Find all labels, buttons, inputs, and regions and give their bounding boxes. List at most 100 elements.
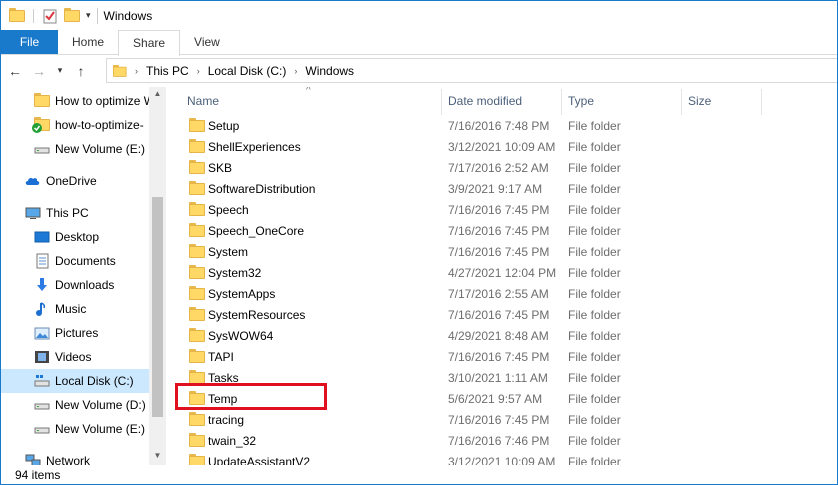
folder-icon	[189, 160, 205, 174]
nav-item-new-volume-e-2[interactable]: New Volume (E:)	[1, 417, 151, 441]
table-row[interactable]: System 7/16/2016 7:45 PM File folder	[167, 241, 837, 262]
forward-arrow-icon[interactable]: →	[29, 63, 49, 79]
up-arrow-icon[interactable]: ↑	[71, 63, 91, 79]
nav-item-how-to-optimize-folder[interactable]: How to optimize W	[1, 89, 151, 113]
properties-icon[interactable]	[42, 8, 58, 24]
column-header-size[interactable]: Size	[688, 87, 711, 115]
item-count: 94 items	[15, 468, 61, 482]
chevron-right-icon[interactable]: ›	[135, 66, 138, 76]
file-name: twain_32	[208, 434, 257, 448]
file-name: UpdateAssistantV2	[208, 455, 311, 465]
file-type: File folder	[568, 434, 621, 448]
table-row[interactable]: SysWOW64 4/29/2021 8:48 AM File folder	[167, 325, 837, 346]
folder-icon	[34, 93, 50, 109]
column-header-date-modified[interactable]: Date modified	[448, 87, 522, 115]
table-row[interactable]: SystemResources 7/16/2016 7:45 PM File fol…	[167, 304, 837, 325]
file-type: File folder	[568, 413, 621, 427]
table-row[interactable]: ShellExperiences 3/12/2021 10:09 AM File f…	[167, 136, 837, 157]
scroll-down-icon[interactable]: ▼	[149, 451, 166, 460]
column-divider[interactable]	[561, 89, 562, 115]
breadcrumb-this-pc[interactable]: This PC	[146, 64, 189, 78]
column-header-type[interactable]: Type	[568, 87, 594, 115]
scrollbar-thumb[interactable]	[152, 197, 163, 417]
nav-item-documents[interactable]: Documents	[1, 249, 151, 273]
nav-item-label: Documents	[55, 254, 116, 268]
nav-item-label: Desktop	[55, 230, 100, 244]
column-header-name[interactable]: Name	[187, 87, 219, 115]
column-divider[interactable]	[761, 89, 762, 115]
status-bar: 94 items	[1, 465, 837, 484]
nav-item-label: how-to-optimize-	[55, 118, 144, 132]
nav-item-label: New Volume (E:)	[55, 142, 146, 156]
navigation-pane: How to optimize W how-to-optimize- New V…	[1, 87, 151, 465]
window-title: Windows	[96, 7, 152, 24]
nav-item-videos[interactable]: Videos	[1, 345, 151, 369]
tab-file[interactable]: File	[1, 30, 58, 54]
folder-icon	[189, 454, 205, 465]
folder-icon	[189, 265, 205, 279]
nav-item-how-to-optimize-synced[interactable]: how-to-optimize-	[1, 113, 151, 137]
nav-item-music[interactable]: Music	[1, 297, 151, 321]
table-row[interactable]: System32 4/27/2021 12:04 PM File folder	[167, 262, 837, 283]
nav-pane-scrollbar[interactable]: ▲ ▼	[149, 87, 166, 465]
nav-item-desktop[interactable]: Desktop	[1, 225, 151, 249]
ribbon-tabs: File Home Share View	[1, 30, 837, 56]
file-date-modified: 7/16/2016 7:48 PM	[448, 119, 550, 133]
file-type: File folder	[568, 224, 621, 238]
nav-item-pictures[interactable]: Pictures	[1, 321, 151, 345]
table-row[interactable]: twain_32 7/16/2016 7:46 PM File folder	[167, 430, 837, 451]
column-divider[interactable]	[681, 89, 682, 115]
file-name: Setup	[208, 119, 240, 133]
table-row[interactable]: TAPI 7/16/2016 7:45 PM File folder	[167, 346, 837, 367]
table-row[interactable]: SKB 7/17/2016 2:52 AM File folder	[167, 157, 837, 178]
table-row[interactable]: UpdateAssistantV2 3/12/2021 10:09 AM File …	[167, 451, 837, 465]
breadcrumb-local-disk[interactable]: Local Disk (C:)	[208, 64, 287, 78]
file-type: File folder	[568, 161, 621, 175]
table-row[interactable]: tracing 7/16/2016 7:45 PM File folder	[167, 409, 837, 430]
toolbar-separator	[33, 8, 34, 23]
tab-view[interactable]: View	[180, 30, 234, 54]
network-icon	[25, 453, 41, 465]
nav-item-new-volume-e[interactable]: New Volume (E:)	[1, 137, 151, 161]
nav-item-network[interactable]: Network	[1, 449, 151, 465]
table-row[interactable]: Speech 7/16/2016 7:45 PM File folder	[167, 199, 837, 220]
downloads-icon	[34, 277, 50, 293]
new-folder-icon[interactable]	[64, 7, 80, 24]
file-type: File folder	[568, 266, 621, 280]
file-type: File folder	[568, 245, 621, 259]
file-date-modified: 7/16/2016 7:45 PM	[448, 203, 550, 217]
breadcrumb-windows[interactable]: Windows	[305, 64, 354, 78]
file-name: SoftwareDistribution	[208, 182, 316, 196]
nav-item-label: Music	[55, 302, 87, 316]
column-divider[interactable]	[441, 89, 442, 115]
folder-icon	[189, 118, 205, 132]
recent-locations-chevron-icon[interactable]: ▾	[53, 65, 67, 76]
table-row[interactable]: Speech_OneCore 7/16/2016 7:45 PM File fold…	[167, 220, 837, 241]
file-date-modified: 7/16/2016 7:45 PM	[448, 350, 550, 364]
tab-share[interactable]: Share	[118, 30, 181, 56]
folder-icon	[189, 328, 205, 342]
file-date-modified: 3/10/2021 1:11 AM	[448, 371, 548, 385]
documents-icon	[34, 253, 50, 269]
nav-item-local-disk-c[interactable]: Local Disk (C:)	[1, 369, 149, 393]
tab-home[interactable]: Home	[58, 30, 118, 54]
scroll-up-icon[interactable]: ▲	[149, 89, 166, 98]
file-date-modified: 3/12/2021 10:09 AM	[448, 140, 556, 154]
folder-icon	[189, 181, 205, 195]
file-name: SysWOW64	[208, 329, 274, 343]
chevron-right-icon[interactable]: ›	[197, 66, 200, 76]
file-name: SystemApps	[208, 287, 276, 301]
chevron-right-icon[interactable]: ›	[294, 66, 297, 76]
table-row[interactable]: SoftwareDistribution 3/9/2021 9:17 AM File…	[167, 178, 837, 199]
table-row[interactable]: SystemApps 7/17/2016 2:55 AM File folder	[167, 283, 837, 304]
customize-quick-access-icon[interactable]: ▾	[86, 10, 91, 21]
back-arrow-icon[interactable]: ←	[5, 63, 25, 79]
nav-item-downloads[interactable]: Downloads	[1, 273, 151, 297]
drive-icon	[34, 397, 50, 413]
table-row[interactable]: Setup 7/16/2016 7:48 PM File folder	[167, 115, 837, 136]
nav-item-new-volume-d[interactable]: New Volume (D:)	[1, 393, 151, 417]
nav-item-onedrive[interactable]: OneDrive	[1, 169, 151, 193]
nav-item-this-pc[interactable]: This PC	[1, 201, 151, 225]
file-name: TAPI	[208, 350, 234, 364]
address-bar[interactable]: › This PC › Local Disk (C:) › Windows	[106, 58, 837, 83]
